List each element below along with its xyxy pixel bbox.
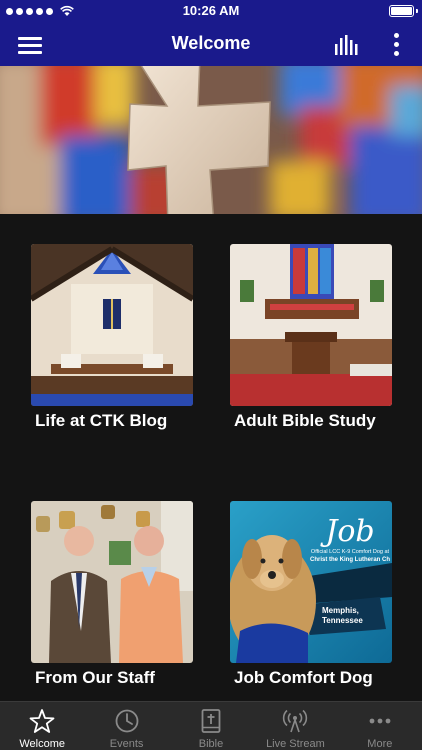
svg-text:Memphis,: Memphis, [322, 606, 359, 615]
tab-label: Welcome [19, 738, 66, 750]
svg-text:Job: Job [319, 514, 374, 549]
status-bar: 10:26 AM [0, 0, 422, 22]
tile-label: From Our Staff [35, 668, 155, 687]
hero-image [0, 66, 422, 214]
tile-label: Adult Bible Study [234, 411, 376, 430]
tile-staff[interactable]: From Our Staff [31, 501, 193, 687]
tab-bible[interactable]: Bible [169, 702, 253, 750]
more-horizontal-icon [369, 718, 391, 724]
staff-portrait-photo [31, 501, 193, 663]
tile-label: Job Comfort Dog [234, 668, 373, 687]
tab-events[interactable]: Events [84, 702, 168, 750]
tab-label: Events [109, 738, 144, 750]
svg-text:Tennessee: Tennessee [322, 616, 363, 625]
clock-icon [115, 709, 139, 733]
church-altar-photo [230, 244, 392, 406]
star-icon [29, 709, 55, 733]
tab-bar: Welcome Events Bible Live Stream More [0, 701, 422, 750]
svg-text:Christ the King Lutheran Ch: Christ the King Lutheran Ch [310, 557, 390, 563]
broadcast-icon [283, 709, 308, 733]
tile-blog[interactable]: Life at CTK Blog [31, 244, 193, 430]
bible-icon [201, 709, 221, 733]
battery-icon [389, 5, 418, 17]
tab-live-stream[interactable]: Live Stream [253, 702, 337, 750]
tile-label: Life at CTK Blog [35, 411, 168, 430]
svg-text:Official LCC K-9 Comfort Dog a: Official LCC K-9 Comfort Dog at [311, 549, 390, 555]
more-vertical-icon[interactable] [392, 32, 402, 58]
tab-more[interactable]: More [338, 702, 422, 750]
status-time: 10:26 AM [182, 3, 240, 18]
tab-welcome[interactable]: Welcome [0, 702, 84, 750]
church-sanctuary-photo [31, 244, 193, 406]
tile-comfort-dog[interactable]: Job Official LCC K-9 Comfort Dog at Chri… [230, 501, 392, 687]
comfort-dog-photo: Job Official LCC K-9 Comfort Dog at Chri… [230, 501, 392, 663]
tab-label: Live Stream [266, 738, 325, 750]
tile-bible-study[interactable]: Adult Bible Study [230, 244, 392, 430]
nav-bar: Welcome [0, 22, 422, 66]
equalizer-bars-icon[interactable] [334, 34, 360, 56]
tab-label: Bible [198, 738, 224, 750]
tab-label: More [367, 738, 393, 750]
